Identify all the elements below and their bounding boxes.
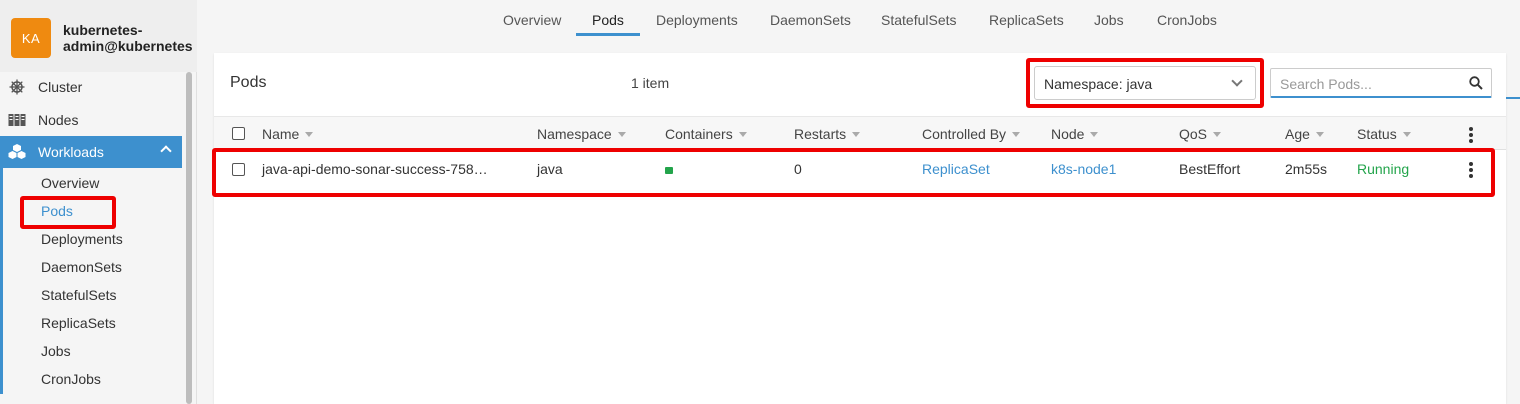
active-tab-indicator xyxy=(576,33,640,36)
sort-icon xyxy=(305,131,314,137)
sidebar-subitem-overview[interactable]: Overview xyxy=(41,175,99,191)
column-header-name[interactable]: Name xyxy=(262,126,314,142)
column-header-containers[interactable]: Containers xyxy=(665,126,747,142)
sidebar-subitem-statefulsets[interactable]: StatefulSets xyxy=(41,287,117,303)
column-label: Restarts xyxy=(794,126,847,142)
cluster-name-line1: kubernetes- xyxy=(63,22,143,38)
cluster-avatar: KA xyxy=(11,18,51,58)
item-count: 1 item xyxy=(631,75,670,91)
sidebar-subitem-deployments[interactable]: Deployments xyxy=(41,231,123,247)
workload-tabs: Overview Pods Deployments DaemonSets Sta… xyxy=(198,5,1508,37)
sidebar-item-cluster[interactable]: Cluster xyxy=(0,71,182,103)
sort-icon xyxy=(1090,131,1099,137)
server-rack-icon xyxy=(8,111,26,129)
pod-name[interactable]: java-api-demo-sonar-success-758… xyxy=(262,161,488,177)
sidebar-subitem-pods[interactable]: Pods xyxy=(41,203,73,219)
search-input[interactable] xyxy=(1280,74,1460,94)
sidebar-item-nodes[interactable]: Nodes xyxy=(0,104,182,136)
column-label: Controlled By xyxy=(922,126,1007,142)
chevron-down-icon xyxy=(1231,75,1243,87)
sort-icon xyxy=(852,131,861,137)
pod-controlled-by-link[interactable]: ReplicaSet xyxy=(922,161,990,177)
pod-status: Running xyxy=(1357,161,1410,177)
column-header-qos[interactable]: QoS xyxy=(1179,126,1222,142)
column-header-restarts[interactable]: Restarts xyxy=(794,126,861,142)
card-edge-accent xyxy=(1506,97,1520,99)
chevron-up-icon[interactable] xyxy=(160,145,172,157)
tab-pods[interactable]: Pods xyxy=(592,12,624,28)
pod-qos: BestEffort xyxy=(1179,161,1241,177)
sidebar-subitem-replicasets[interactable]: ReplicaSets xyxy=(41,315,116,331)
tab-replicasets[interactable]: ReplicaSets xyxy=(989,12,1064,28)
column-label: Status xyxy=(1357,126,1397,142)
table-row[interactable]: java-api-demo-sonar-success-758… java 0 … xyxy=(214,150,1506,188)
table-menu-icon[interactable] xyxy=(1469,127,1473,143)
column-label: Containers xyxy=(665,126,733,142)
column-label: QoS xyxy=(1179,126,1208,142)
page-title: Pods xyxy=(230,74,267,91)
column-header-age[interactable]: Age xyxy=(1285,126,1324,142)
cluster-name: kubernetes- admin@kubernetes xyxy=(63,22,193,54)
cubes-icon xyxy=(8,143,26,161)
row-menu-icon[interactable] xyxy=(1469,162,1473,178)
sort-icon xyxy=(1402,131,1411,137)
tab-cronjobs[interactable]: CronJobs xyxy=(1157,12,1217,28)
sort-icon xyxy=(1315,131,1324,137)
sidebar-item-label: Cluster xyxy=(38,79,83,95)
tab-daemonsets[interactable]: DaemonSets xyxy=(770,12,851,28)
cluster-header[interactable]: KA kubernetes- admin@kubernetes xyxy=(0,0,197,72)
column-label: Node xyxy=(1051,126,1085,142)
workloads-submenu: Overview Pods Deployments DaemonSets Sta… xyxy=(0,168,182,394)
helm-wheel-icon xyxy=(8,78,26,96)
tab-deployments[interactable]: Deployments xyxy=(656,12,738,28)
tab-overview[interactable]: Overview xyxy=(503,12,561,28)
sort-icon xyxy=(738,131,747,137)
column-label: Namespace xyxy=(537,126,612,142)
select-all-checkbox[interactable] xyxy=(232,127,245,140)
sort-icon xyxy=(1012,131,1021,137)
sort-icon xyxy=(1213,131,1222,137)
sidebar-scrollbar[interactable] xyxy=(186,72,192,404)
cluster-name-line2: admin@kubernetes xyxy=(63,38,193,54)
namespace-select[interactable]: Namespace: java xyxy=(1034,66,1256,100)
sidebar-subitem-cronjobs[interactable]: CronJobs xyxy=(41,371,101,387)
sort-icon xyxy=(617,131,626,137)
row-checkbox[interactable] xyxy=(232,163,245,176)
sidebar-item-label: Nodes xyxy=(38,112,79,128)
search-icon[interactable] xyxy=(1469,76,1483,90)
container-status-icon xyxy=(665,167,673,174)
sidebar-item-workloads[interactable]: Workloads xyxy=(0,136,182,168)
column-header-status[interactable]: Status xyxy=(1357,126,1411,142)
column-header-namespace[interactable]: Namespace xyxy=(537,126,626,142)
pod-age: 2m55s xyxy=(1285,161,1328,177)
sidebar: KA kubernetes- admin@kubernetes Cluster … xyxy=(0,0,197,404)
sidebar-subitem-daemonsets[interactable]: DaemonSets xyxy=(41,259,122,275)
tab-jobs[interactable]: Jobs xyxy=(1094,12,1124,28)
pod-namespace: java xyxy=(537,161,563,177)
sidebar-subitem-jobs[interactable]: Jobs xyxy=(41,343,71,359)
sidebar-item-label: Workloads xyxy=(38,144,104,160)
table-header: Name Namespace Containers Restarts Contr… xyxy=(214,116,1506,150)
column-header-controlled-by[interactable]: Controlled By xyxy=(922,126,1021,142)
search-pods[interactable] xyxy=(1270,68,1492,98)
namespace-select-value: Namespace: java xyxy=(1044,76,1153,92)
pod-restarts: 0 xyxy=(794,161,802,177)
column-label: Name xyxy=(262,126,300,142)
column-label: Age xyxy=(1285,126,1310,142)
column-header-node[interactable]: Node xyxy=(1051,126,1099,142)
pod-node-link[interactable]: k8s-node1 xyxy=(1051,161,1116,177)
pods-panel: Pods 1 item Namespace: java Name Namespa… xyxy=(214,53,1506,404)
tab-statefulsets[interactable]: StatefulSets xyxy=(881,12,957,28)
